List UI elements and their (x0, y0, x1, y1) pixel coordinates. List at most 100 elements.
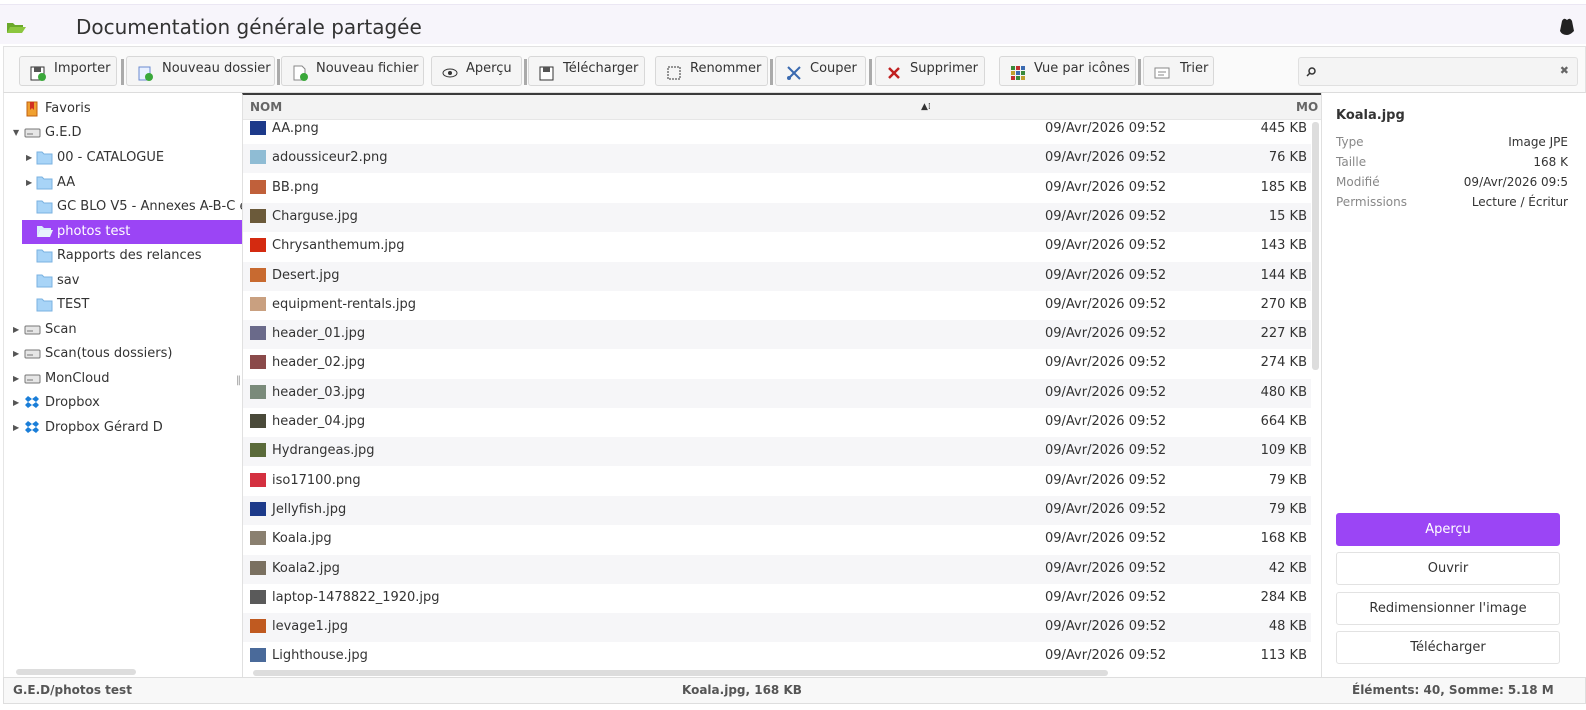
column-header-name[interactable]: NOM (250, 100, 282, 114)
file-size: 42 KB (1268, 560, 1307, 576)
details-open-button[interactable]: Ouvrir (1336, 552, 1560, 585)
grid-view-icon (1010, 65, 1026, 81)
collapsed-arrow-icon[interactable]: ▶ (26, 153, 32, 162)
file-row[interactable]: BB.png 09/Avr/2026 09:52 185 KB (243, 174, 1311, 203)
file-row[interactable]: equipment-rentals.jpg 09/Avr/2026 09:52 27… (243, 291, 1311, 320)
collapsed-arrow-icon[interactable]: ▶ (13, 423, 19, 432)
cut-button[interactable]: Couper (775, 56, 866, 86)
file-date: 09/Avr/2026 09:52 (1045, 208, 1167, 224)
expanded-arrow-icon[interactable]: ▼ (13, 128, 19, 137)
panel-resize-handle[interactable]: ‖ (236, 375, 241, 386)
new-folder-button[interactable]: Nouveau dossier (126, 56, 275, 86)
rename-icon (666, 65, 682, 81)
tree-item-moncloud[interactable]: ▶ MonCloud (4, 367, 242, 391)
tree-item-favoris[interactable]: Favoris (4, 97, 242, 121)
sort-ascending-icon[interactable]: ▲⁞ (921, 102, 931, 112)
file-name: adoussiceur2.png (272, 150, 388, 166)
file-row[interactable]: header_03.jpg 09/Avr/2026 09:52 480 KB (243, 378, 1311, 408)
file-row[interactable]: Chrysanthemum.jpg 09/Avr/2026 09:52 143 KB (243, 232, 1311, 261)
file-thumbnail-icon (250, 414, 266, 428)
tree-item-scan[interactable]: ▶ Scan (4, 318, 242, 342)
tree-item-ged[interactable]: ▼ G.E.D (4, 121, 242, 145)
file-thumbnail-icon (250, 443, 266, 458)
sort-button[interactable]: Trier (1143, 56, 1214, 86)
scissors-icon (786, 65, 802, 81)
file-row[interactable]: header_02.jpg 09/Avr/2026 09:52 274 KB (243, 349, 1311, 378)
collapsed-arrow-icon[interactable]: ▶ (13, 349, 19, 358)
tree-item-aa[interactable]: ▶ AA (4, 171, 242, 195)
column-header-modified[interactable]: MO (1296, 100, 1318, 114)
file-row[interactable]: header_04.jpg 09/Avr/2026 09:52 664 KB (243, 408, 1311, 437)
tree-item-dropbox[interactable]: ▶ Dropbox (4, 391, 242, 415)
file-row[interactable]: adoussiceur2.png 09/Avr/2026 09:52 76 KB (243, 144, 1311, 174)
file-row[interactable]: iso17100.png 09/Avr/2026 09:52 79 KB (243, 467, 1311, 496)
detail-value: Image JPE (1508, 135, 1568, 149)
tree-item-dropbox-gerard[interactable]: ▶ Dropbox Gérard D (4, 416, 242, 440)
file-size: 274 KB (1260, 355, 1307, 371)
file-name: laptop-1478822_1920.jpg (272, 589, 440, 605)
import-button[interactable]: Importer (19, 56, 117, 86)
tree-item-photos-test[interactable]: photos test (22, 220, 242, 244)
file-date: 09/Avr/2026 09:52 (1045, 150, 1167, 166)
folder-icon (36, 297, 53, 316)
details-preview-button[interactable]: Aperçu (1336, 513, 1560, 546)
tree-item-gc-blo-v5[interactable]: GC BLO V5 - Annexes A-B-C e (4, 195, 242, 219)
list-vertical-scrollbar[interactable] (1312, 122, 1319, 370)
search-input[interactable]: ✖ (1298, 57, 1578, 86)
tree-item-sav[interactable]: sav (4, 269, 242, 293)
drive-icon (24, 371, 41, 389)
selection-info: Koala.jpg, 168 KB (682, 683, 802, 697)
tree-horizontal-scrollbar[interactable] (16, 669, 136, 675)
file-size: 480 KB (1260, 384, 1307, 400)
tree-item-00-catalogue[interactable]: ▶ 00 - CATALOGUE (4, 146, 242, 170)
toolbar: Importer Nouveau dossier Nouveau fichier… (3, 46, 1586, 93)
tree-item-test[interactable]: TEST (4, 293, 242, 317)
details-download-button[interactable]: Télécharger (1336, 631, 1560, 664)
user-menu-icon[interactable] (1558, 17, 1576, 41)
file-row[interactable]: Hydrangeas.jpg 09/Avr/2026 09:52 109 KB (243, 437, 1311, 467)
file-date: 09/Avr/2026 09:52 (1045, 619, 1167, 635)
sort-icon (1154, 65, 1170, 81)
details-title: Koala.jpg (1336, 108, 1405, 123)
icon-view-button[interactable]: Vue par icônes (999, 56, 1136, 86)
file-row[interactable]: Desert.jpg 09/Avr/2026 09:52 144 KB (243, 261, 1311, 291)
file-size: 79 KB (1268, 501, 1307, 517)
download-button[interactable]: Télécharger (528, 56, 645, 86)
details-resize-image-button[interactable]: Redimensionner l'image (1336, 592, 1560, 625)
file-row[interactable]: Jellyfish.jpg 09/Avr/2026 09:52 79 KB (243, 495, 1311, 525)
file-row[interactable]: Koala.jpg 09/Avr/2026 09:52 168 KB (243, 525, 1311, 554)
file-date: 09/Avr/2026 09:52 (1045, 648, 1167, 664)
detail-key: Type (1336, 135, 1364, 149)
file-size: 144 KB (1260, 267, 1307, 283)
file-row[interactable]: levage1.jpg 09/Avr/2026 09:52 48 KB (243, 613, 1311, 643)
import-label: Importer (54, 61, 111, 76)
file-row[interactable]: header_01.jpg 09/Avr/2026 09:52 227 KB (243, 320, 1311, 350)
tree-item-label: AA (57, 175, 76, 190)
file-row[interactable]: Lighthouse.jpg 09/Avr/2026 09:52 113 KB (243, 642, 1311, 671)
tree-item-label: sav (57, 273, 80, 288)
file-row[interactable]: AA.png 09/Avr/2026 09:52 445 KB (243, 115, 1311, 144)
file-row[interactable]: Koala2.jpg 09/Avr/2026 09:52 42 KB (243, 554, 1311, 584)
toolbar-separator (524, 59, 527, 85)
file-thumbnail-icon (250, 501, 266, 516)
file-date: 09/Avr/2026 09:52 (1045, 560, 1167, 576)
file-row[interactable]: Charguse.jpg 09/Avr/2026 09:52 15 KB (243, 202, 1311, 232)
delete-button[interactable]: Supprimer (875, 56, 985, 86)
collapsed-arrow-icon[interactable]: ▶ (13, 398, 19, 407)
preview-button[interactable]: Aperçu (431, 56, 522, 86)
detail-value: Lecture / Écritur (1471, 195, 1568, 209)
list-horizontal-scrollbar[interactable] (253, 670, 1108, 676)
favorites-icon (24, 101, 40, 121)
clear-search-icon[interactable]: ✖ (1560, 64, 1569, 77)
rename-button[interactable]: Renommer (655, 56, 768, 86)
tree-item-scan-tous[interactable]: ▶ Scan(tous dossiers) (4, 342, 242, 366)
new-file-button[interactable]: Nouveau fichier (281, 56, 424, 86)
file-size: 445 KB (1260, 121, 1307, 136)
file-row[interactable]: laptop-1478822_1920.jpg 09/Avr/2026 09:52… (243, 584, 1311, 613)
collapsed-arrow-icon[interactable]: ▶ (13, 325, 19, 334)
tree-item-rapports[interactable]: Rapports des relances (4, 244, 242, 268)
tree-item-label: Scan(tous dossiers) (45, 346, 173, 361)
collapsed-arrow-icon[interactable]: ▶ (26, 178, 32, 187)
collapsed-arrow-icon[interactable]: ▶ (13, 374, 19, 383)
file-thumbnail-icon (250, 619, 266, 634)
